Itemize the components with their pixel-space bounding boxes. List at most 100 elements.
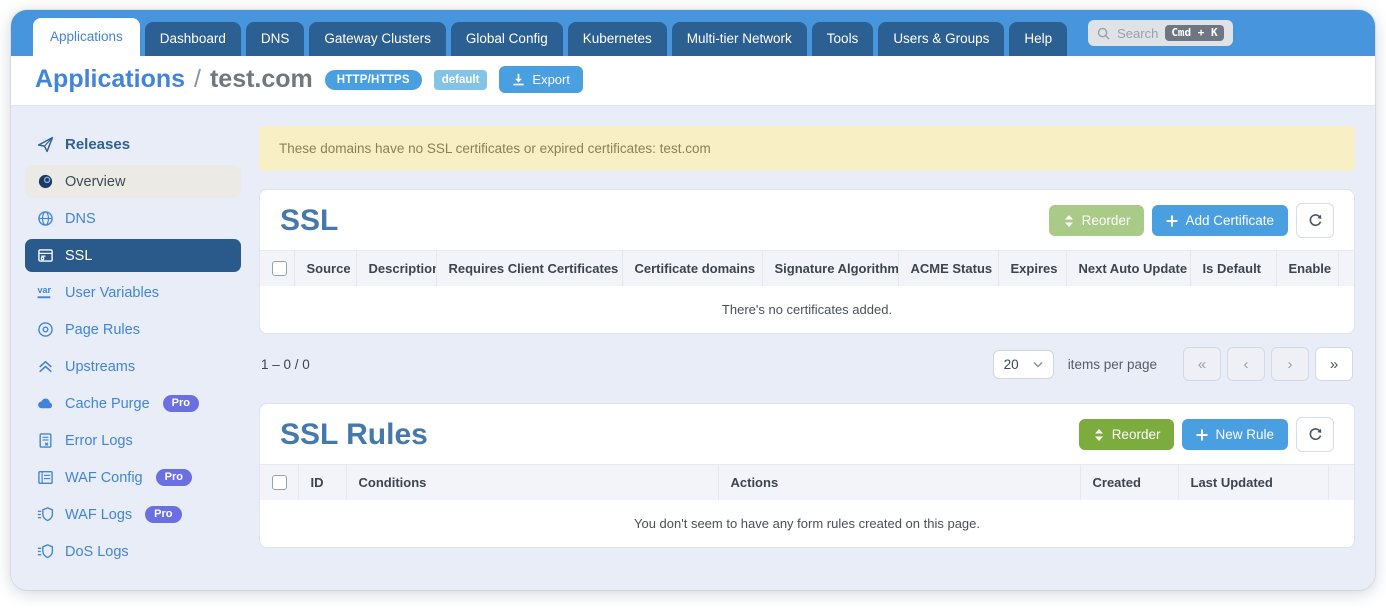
rules-col-actions-spacer bbox=[1328, 465, 1354, 501]
breadcrumb-separator: / bbox=[194, 65, 201, 94]
sidebar-item-user-variables[interactable]: var User Variables bbox=[25, 276, 241, 309]
sort-icon bbox=[1063, 214, 1075, 228]
rules-reorder-label: Reorder bbox=[1112, 427, 1161, 442]
app-window: Applications Dashboard DNS Gateway Clust… bbox=[11, 10, 1375, 590]
sidebar-item-label: Upstreams bbox=[65, 359, 135, 375]
pro-badge: Pro bbox=[145, 506, 181, 523]
rules-refresh-button[interactable] bbox=[1296, 417, 1334, 452]
previous-page-button[interactable]: ‹ bbox=[1227, 347, 1265, 381]
ssl-rules-actions: Reorder New Rule bbox=[1079, 417, 1334, 452]
items-per-page-label: items per page bbox=[1068, 357, 1157, 372]
chevron-down-icon bbox=[1033, 361, 1043, 368]
last-page-button[interactable]: » bbox=[1315, 347, 1353, 381]
tab-global-config[interactable]: Global Config bbox=[451, 22, 563, 56]
target-icon bbox=[37, 321, 54, 338]
tab-help[interactable]: Help bbox=[1009, 22, 1067, 56]
sidebar-item-waf-config[interactable]: WAF Config Pro bbox=[25, 461, 241, 494]
ssl-col-actions-spacer bbox=[1338, 251, 1354, 287]
ssl-card: SSL Reorder Add Certificate bbox=[259, 189, 1355, 334]
export-button[interactable]: Export bbox=[499, 66, 583, 93]
tab-dns[interactable]: DNS bbox=[246, 22, 305, 56]
rules-empty-row: You don't seem to have any form rules cr… bbox=[260, 500, 1354, 547]
ssl-card-header: SSL Reorder Add Certificate bbox=[260, 190, 1354, 250]
add-certificate-label: Add Certificate bbox=[1185, 213, 1274, 228]
variables-icon: var bbox=[37, 284, 54, 301]
ssl-select-all-checkbox[interactable] bbox=[272, 261, 287, 276]
document-error-icon bbox=[37, 432, 54, 449]
rules-reorder-button[interactable]: Reorder bbox=[1079, 419, 1175, 450]
sidebar-item-cache-purge[interactable]: Cache Purge Pro bbox=[25, 387, 241, 420]
ssl-rules-card: SSL Rules Reorder New Rule bbox=[259, 403, 1355, 548]
sidebar-item-label: Cache Purge bbox=[65, 396, 150, 412]
tab-gateway-clusters[interactable]: Gateway Clusters bbox=[309, 22, 446, 56]
top-navigation-bar: Applications Dashboard DNS Gateway Clust… bbox=[11, 10, 1375, 56]
page-size-value: 20 bbox=[1004, 357, 1019, 372]
sidebar-item-dos-logs[interactable]: DoS Logs bbox=[25, 535, 241, 568]
page-size-select[interactable]: 20 bbox=[993, 350, 1054, 379]
ssl-actions: Reorder Add Certificate bbox=[1049, 203, 1334, 238]
pro-badge: Pro bbox=[156, 469, 192, 486]
search-placeholder: Search bbox=[1117, 26, 1158, 41]
breadcrumb-applications-link[interactable]: Applications bbox=[35, 65, 185, 94]
tab-dashboard[interactable]: Dashboard bbox=[145, 22, 241, 56]
ssl-rules-card-header: SSL Rules Reorder New Rule bbox=[260, 404, 1354, 464]
ssl-reorder-button[interactable]: Reorder bbox=[1049, 205, 1145, 236]
breadcrumb: Applications / test.com bbox=[35, 65, 313, 94]
sidebar-item-releases[interactable]: Releases bbox=[25, 128, 241, 161]
rules-table-header-row: ID Conditions Actions Created Last Updat… bbox=[260, 465, 1354, 501]
sidebar-item-label: Overview bbox=[65, 174, 125, 190]
globe-icon bbox=[37, 210, 54, 227]
new-rule-button[interactable]: New Rule bbox=[1182, 419, 1288, 450]
ssl-pagination: 1 – 0 / 0 20 items per page « ‹ › » bbox=[261, 347, 1353, 381]
list-icon bbox=[37, 469, 54, 486]
search-shortcut-badge: Cmd + K bbox=[1165, 25, 1223, 41]
add-certificate-button[interactable]: Add Certificate bbox=[1152, 205, 1288, 236]
shield-logs-icon bbox=[37, 506, 54, 523]
global-search-input[interactable]: Search Cmd + K bbox=[1088, 20, 1233, 46]
rules-col-created: Created bbox=[1080, 465, 1178, 501]
sidebar-item-overview[interactable]: Overview bbox=[25, 165, 241, 198]
page-title: test.com bbox=[210, 65, 313, 94]
ssl-rules-section-title: SSL Rules bbox=[280, 418, 428, 452]
tab-kubernetes[interactable]: Kubernetes bbox=[568, 22, 667, 56]
tab-multi-tier-network[interactable]: Multi-tier Network bbox=[672, 22, 807, 56]
sidebar-item-label: User Variables bbox=[65, 285, 159, 301]
sidebar-item-label: WAF Logs bbox=[65, 507, 132, 523]
tab-tools[interactable]: Tools bbox=[812, 22, 874, 56]
ssl-col-enable: Enable bbox=[1276, 251, 1338, 287]
new-rule-label: New Rule bbox=[1215, 427, 1274, 442]
shield-logs-icon bbox=[37, 543, 54, 560]
sidebar-item-label: Page Rules bbox=[65, 322, 140, 338]
ssl-refresh-button[interactable] bbox=[1296, 203, 1334, 238]
refresh-icon bbox=[1308, 213, 1323, 228]
ssl-reorder-label: Reorder bbox=[1082, 213, 1131, 228]
ssl-col-expires: Expires bbox=[998, 251, 1066, 287]
download-icon bbox=[512, 73, 525, 86]
paper-plane-icon bbox=[37, 136, 54, 153]
rules-select-all-checkbox[interactable] bbox=[272, 475, 287, 490]
main-panel: These domains have no SSL certificates o… bbox=[249, 106, 1375, 589]
sidebar-item-ssl[interactable]: SSL bbox=[25, 239, 241, 272]
sidebar-item-error-logs[interactable]: Error Logs bbox=[25, 424, 241, 457]
search-icon bbox=[1097, 27, 1110, 40]
ssl-col-acme-status: ACME Status bbox=[898, 251, 998, 287]
ssl-col-requires-client-certificates: Requires Client Certificates bbox=[436, 251, 622, 287]
tab-users-groups[interactable]: Users & Groups bbox=[878, 22, 1004, 56]
rules-col-actions: Actions bbox=[718, 465, 1080, 501]
ssl-col-signature-algorithm: Signature Algorithm bbox=[762, 251, 898, 287]
sidebar-item-waf-logs[interactable]: WAF Logs Pro bbox=[25, 498, 241, 531]
sort-icon bbox=[1093, 428, 1105, 442]
next-page-button[interactable]: › bbox=[1271, 347, 1309, 381]
export-button-label: Export bbox=[532, 72, 570, 87]
sidebar-item-upstreams[interactable]: Upstreams bbox=[25, 350, 241, 383]
tab-applications[interactable]: Applications bbox=[33, 18, 140, 56]
rules-col-id: ID bbox=[298, 465, 346, 501]
content-area: Releases Overview DNS SSL bbox=[11, 106, 1375, 589]
protocol-badge: HTTP/HTTPS bbox=[325, 70, 422, 90]
sidebar-item-dns[interactable]: DNS bbox=[25, 202, 241, 235]
ssl-col-is-default: Is Default bbox=[1190, 251, 1276, 287]
sidebar-item-label: WAF Config bbox=[65, 470, 143, 486]
sidebar-item-page-rules[interactable]: Page Rules bbox=[25, 313, 241, 346]
page-header: Applications / test.com HTTP/HTTPS defau… bbox=[11, 56, 1375, 106]
first-page-button[interactable]: « bbox=[1183, 347, 1221, 381]
